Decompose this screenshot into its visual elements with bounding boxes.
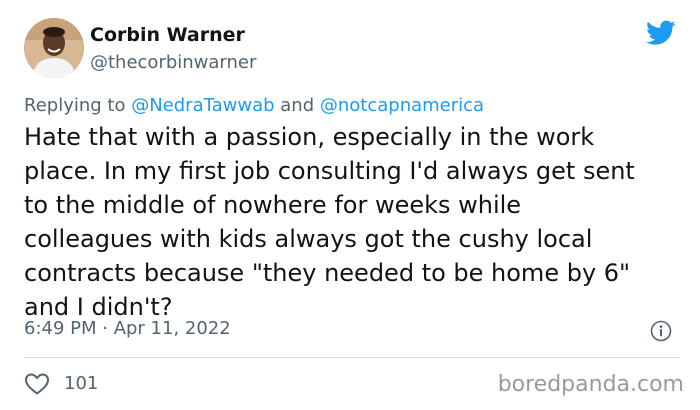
reply-context: Replying to @NedraTawwab and @notcapname… <box>24 95 484 116</box>
tweet-text: Hate that with a passion, especially in … <box>24 120 684 324</box>
divider <box>24 357 679 358</box>
reply-user-link[interactable]: @NedraTawwab <box>131 95 274 116</box>
tweet-header: Corbin Warner @thecorbinwarner <box>24 18 684 78</box>
author-handle[interactable]: @thecorbinwarner <box>90 52 256 73</box>
reply-user-link[interactable]: @notcapnamerica <box>320 95 484 116</box>
tweet-text-line: contracts because "they needed to be hom… <box>24 259 631 287</box>
heart-icon[interactable] <box>24 372 50 396</box>
reply-and: and <box>274 95 320 116</box>
tweet-text-line: place. In my first job consulting I'd al… <box>24 157 635 185</box>
watermark: boredpanda.com <box>497 372 684 397</box>
info-icon[interactable] <box>650 320 672 342</box>
reply-prefix: Replying to <box>24 95 132 116</box>
tweet-timestamp[interactable]: 6:49 PM · Apr 11, 2022 <box>24 318 231 339</box>
avatar[interactable] <box>24 18 84 78</box>
twitter-bird-icon[interactable] <box>646 20 676 46</box>
tweet-text-line: to the middle of nowhere for weeks while <box>24 191 522 219</box>
avatar-image <box>24 18 84 78</box>
tweet-text-line: Hate that with a passion, especially in … <box>24 123 595 151</box>
like-count: 101 <box>64 373 99 394</box>
tweet-text-line: colleagues with kids always got the cush… <box>24 225 593 253</box>
author-name[interactable]: Corbin Warner <box>90 24 245 46</box>
